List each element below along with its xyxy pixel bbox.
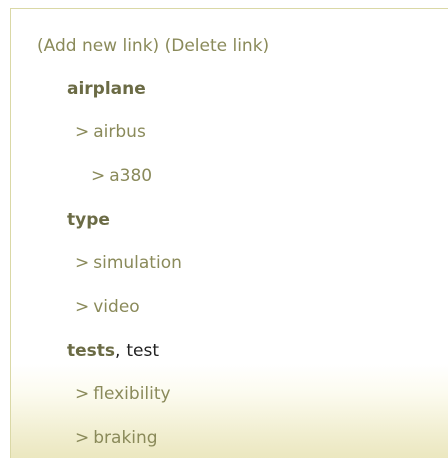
- tree-item-airplane[interactable]: airplane: [67, 79, 146, 99]
- chevron-right-icon: >: [75, 297, 90, 317]
- chevron-right-icon: >: [91, 166, 106, 186]
- tree-item-label: simulation: [93, 253, 182, 273]
- tree-item-airbus[interactable]: > airbus: [75, 122, 146, 142]
- tree-item-braking[interactable]: > braking: [75, 428, 158, 448]
- tree-item-label: airbus: [93, 122, 146, 142]
- tree-item-simulation[interactable]: > simulation: [75, 253, 182, 273]
- add-new-link-button[interactable]: (Add new link): [37, 36, 159, 56]
- chevron-right-icon: >: [75, 253, 90, 273]
- chevron-right-icon: >: [75, 384, 90, 404]
- tree-item-label: video: [93, 297, 140, 317]
- tree-item-alias: test: [126, 341, 160, 361]
- link-tree-panel: (Add new link) (Delete link) airplane > a…: [10, 8, 448, 458]
- tree-item-label: braking: [93, 428, 158, 448]
- tree-item-tests[interactable]: tests, test: [67, 341, 159, 361]
- tree-item-separator: ,: [115, 341, 121, 361]
- tree-item-flexibility[interactable]: > flexibility: [75, 384, 171, 404]
- tree-item-a380[interactable]: > a380: [91, 166, 152, 186]
- chevron-right-icon: >: [75, 122, 90, 142]
- tree-item-label: a380: [109, 166, 153, 186]
- tree-item-video[interactable]: > video: [75, 297, 140, 317]
- tree-item-label: type: [67, 210, 110, 230]
- chevron-right-icon: >: [75, 428, 90, 448]
- delete-link-button[interactable]: (Delete link): [165, 36, 270, 56]
- tree-item-label: airplane: [67, 79, 146, 99]
- link-actions: (Add new link) (Delete link): [37, 36, 269, 56]
- tree-item-label: flexibility: [93, 384, 171, 404]
- tree-item-type[interactable]: type: [67, 210, 110, 230]
- tree-item-label: tests: [67, 341, 116, 361]
